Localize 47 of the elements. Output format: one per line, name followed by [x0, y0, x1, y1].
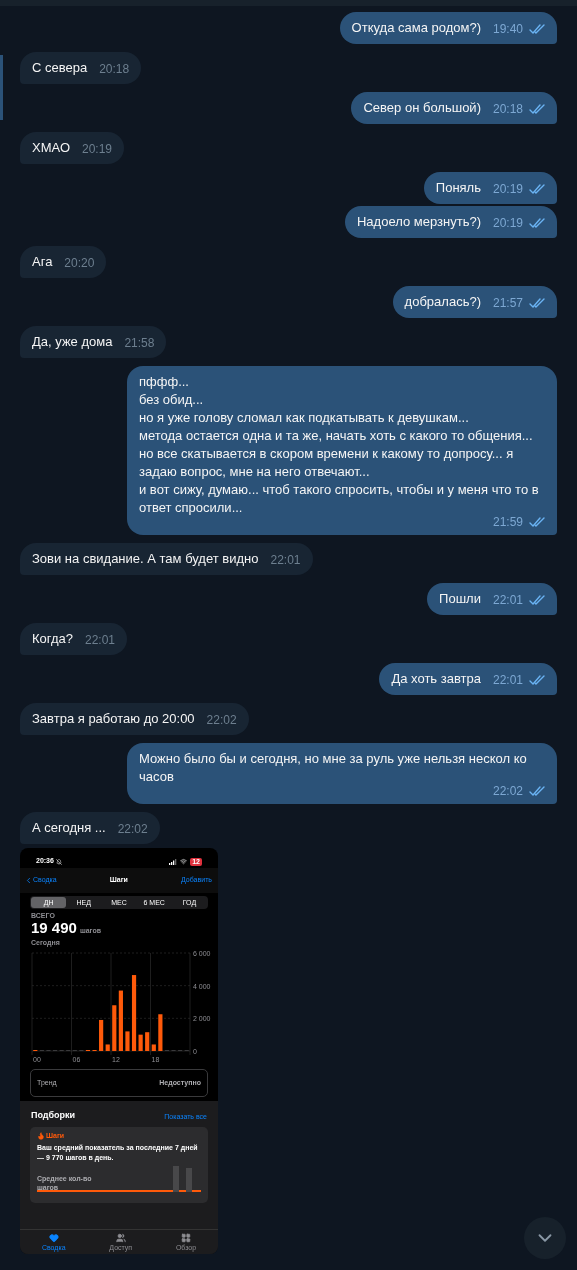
message-time: 22:02 [492, 783, 523, 799]
message-text: Да хоть завтра [391, 671, 481, 686]
message-text: Завтра я работаю до 20:00 [32, 711, 195, 726]
message-text: Зови на свидание. А там будет видно [32, 551, 259, 566]
message-text: Ага [32, 254, 53, 269]
message-text: добралась?) [404, 294, 481, 309]
chart-bar [158, 1013, 163, 1051]
message-text: Можно было бы и сегодня, но мне за руль уже нельзя нескол ко часов [139, 750, 528, 786]
message-time: 20:20 [64, 255, 95, 271]
message-time: 22:01 [492, 672, 523, 688]
message-text: пффф... без обид... но я уже голову сломал как подкатывать к девушкам... метода остается одна и та же, начать хоть с какого то общения... но все скатывается в скором времени к какому то допросу... я задаю вопрос, мне на него отвечают... и вот сижу, думаю... чтоб такого спросить, чтобы и у меня что то в ответ спросили... [139, 373, 540, 517]
scroll-down-button[interactable] [524, 1217, 566, 1259]
message-text: ХМАО [32, 140, 70, 155]
message-time: 20:19 [82, 141, 113, 157]
message-time: 21:59 [492, 514, 523, 530]
message-text: С севера [32, 60, 88, 75]
message-text: Поняль [435, 180, 481, 195]
message-text: Надоело мерзнуть?) [357, 214, 481, 229]
message-time: 20:19 [492, 181, 523, 197]
message-text: Когда? [32, 631, 73, 646]
wifi-icon [180, 858, 188, 865]
message-time: 19:40 [492, 21, 523, 37]
message-time: 20:18 [492, 101, 523, 117]
heart-icon [48, 1233, 59, 1243]
message-time: 21:57 [492, 295, 523, 311]
grid-icon [181, 1233, 191, 1243]
message-text: Да, уже дома [32, 334, 113, 349]
message-time: 22:01 [270, 552, 301, 568]
message-time: 20:18 [99, 61, 130, 77]
total-value: 19 490 [31, 919, 77, 935]
section-title: Подборки [31, 1109, 76, 1122]
people-icon [115, 1233, 126, 1243]
message-time: 22:01 [492, 592, 523, 608]
flame-icon [37, 1131, 45, 1140]
screenshot-image[interactable] [20, 848, 218, 1254]
message-text: А сегодня ... [32, 820, 106, 835]
message-time: 22:01 [85, 632, 116, 648]
message-time: 20:19 [492, 215, 523, 231]
bell-off-icon [55, 858, 62, 865]
message-time: 22:02 [206, 712, 237, 728]
message-time: 21:58 [124, 335, 155, 351]
signal-icon [169, 858, 178, 865]
message-text: Север он большой) [363, 100, 481, 115]
message-text: Пошли [439, 591, 481, 606]
message-time: 22:02 [117, 821, 148, 837]
back-icon [24, 875, 33, 885]
message-text: Откуда сама родом?) [351, 20, 481, 35]
